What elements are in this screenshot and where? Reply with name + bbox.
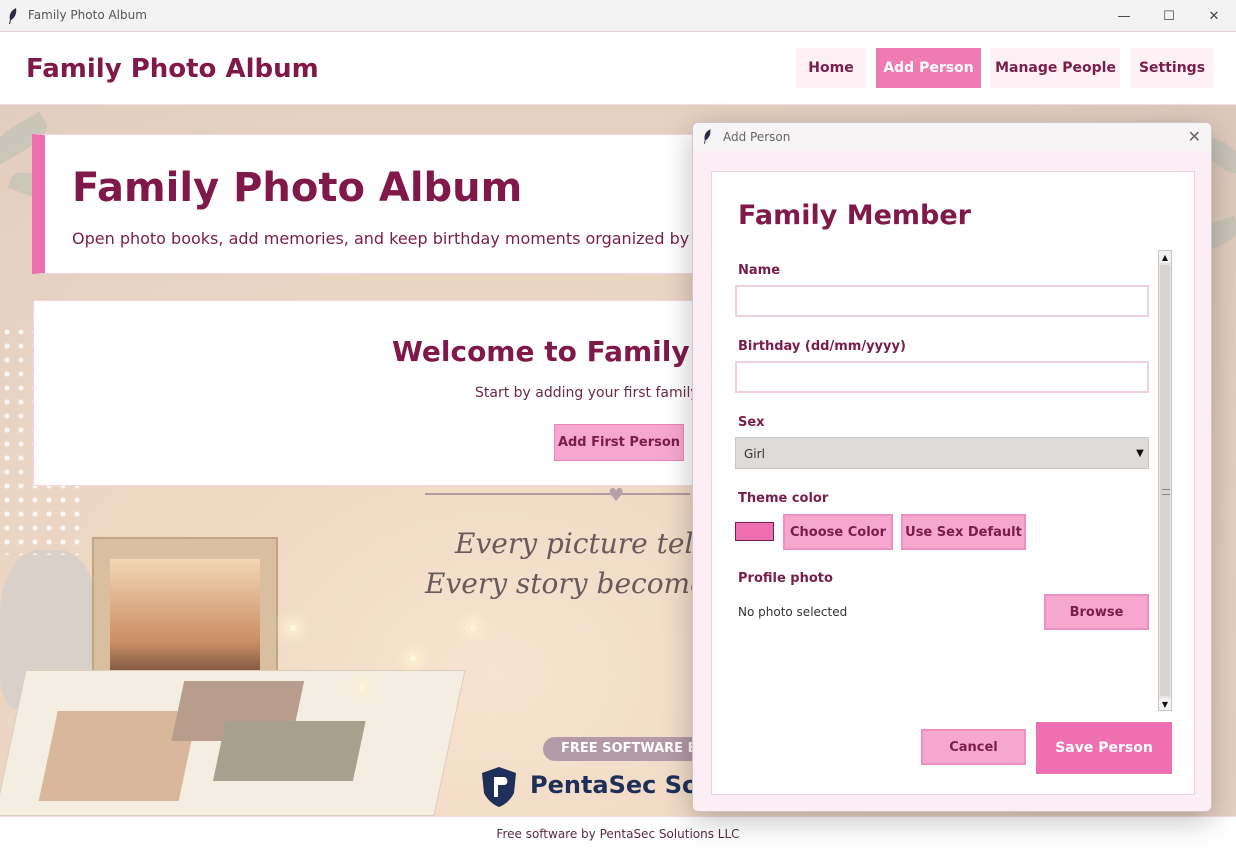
sex-label: Sex xyxy=(738,415,765,430)
maximize-icon[interactable]: ☐ xyxy=(1146,0,1192,32)
form-scrollbar[interactable]: ▲ ▼ xyxy=(1158,250,1172,711)
dialog-form-panel: Family Member Name Birthday (dd/mm/yyyy)… xyxy=(711,171,1195,795)
app-brand: Family Photo Album xyxy=(26,54,319,84)
hero-card: Family Photo Album Open photo books, add… xyxy=(32,134,732,274)
app-header: Family Photo Album Home Add Person Manag… xyxy=(0,32,1236,105)
profile-photo-label: Profile photo xyxy=(738,571,833,586)
theme-color-label: Theme color xyxy=(738,491,829,506)
chevron-down-icon[interactable]: ▼ xyxy=(1132,438,1148,468)
theme-color-swatch xyxy=(735,522,774,541)
shield-logo-icon xyxy=(482,767,516,807)
nav-home-button[interactable]: Home xyxy=(796,48,866,88)
hero-subtitle: Open photo books, add memories, and keep… xyxy=(72,229,724,248)
dialog-close-icon[interactable]: ✕ xyxy=(1188,127,1201,146)
heart-icon: ♥ xyxy=(608,485,625,506)
decorative-divider xyxy=(425,493,690,495)
dialog-title: Add Person xyxy=(723,130,791,144)
sex-select[interactable]: Girl ▼ xyxy=(735,437,1149,469)
photo-status-text: No photo selected xyxy=(738,605,848,619)
nav-manage-people-button[interactable]: Manage People xyxy=(991,48,1120,88)
add-first-person-button[interactable]: Add First Person xyxy=(554,424,684,461)
browse-button[interactable]: Browse xyxy=(1044,594,1149,630)
frame-photo xyxy=(110,559,260,679)
birthday-label: Birthday (dd/mm/yyyy) xyxy=(738,339,906,354)
album-photo xyxy=(212,721,366,781)
name-label: Name xyxy=(738,263,781,278)
name-input[interactable] xyxy=(735,285,1149,317)
birthday-input[interactable] xyxy=(735,361,1149,393)
add-person-dialog: Add Person ✕ Family Member Name Birthday… xyxy=(692,122,1212,812)
nav-add-person-button[interactable]: Add Person xyxy=(876,48,981,88)
welcome-title: Welcome to Family Ph xyxy=(392,335,740,368)
scroll-up-icon[interactable]: ▲ xyxy=(1159,251,1171,263)
footer-text: Free software by PentaSec Solutions LLC xyxy=(496,827,740,841)
free-software-banner: FREE SOFTWARE B xyxy=(543,737,703,761)
scrollbar-thumb[interactable] xyxy=(1160,265,1170,696)
open-album xyxy=(0,670,466,816)
cancel-button[interactable]: Cancel xyxy=(921,729,1026,765)
sex-select-value: Girl xyxy=(744,447,765,461)
scroll-down-icon[interactable]: ▼ xyxy=(1159,698,1171,710)
feather-icon xyxy=(9,8,17,24)
dialog-titlebar: Add Person ✕ xyxy=(693,123,1211,151)
welcome-card: Welcome to Family Ph Start by adding you… xyxy=(33,300,740,486)
window-title: Family Photo Album xyxy=(28,8,147,22)
nav-settings-button[interactable]: Settings xyxy=(1130,48,1214,88)
close-icon[interactable]: ✕ xyxy=(1191,0,1236,32)
light-bokeh xyxy=(360,685,365,690)
use-sex-default-button[interactable]: Use Sex Default xyxy=(901,514,1026,550)
minimize-icon[interactable]: — xyxy=(1101,0,1147,32)
window-titlebar: Family Photo Album — ☐ ✕ xyxy=(0,0,1236,32)
light-bokeh xyxy=(410,655,416,661)
hero-title: Family Photo Album xyxy=(72,165,523,211)
app-footer: Free software by PentaSec Solutions LLC xyxy=(0,816,1236,848)
light-bokeh xyxy=(290,625,296,631)
save-person-button[interactable]: Save Person xyxy=(1036,722,1172,774)
choose-color-button[interactable]: Choose Color xyxy=(783,514,893,550)
form-heading: Family Member xyxy=(738,200,971,231)
light-bokeh xyxy=(470,625,475,630)
welcome-subtitle: Start by adding your first family xyxy=(475,385,699,401)
feather-icon xyxy=(703,129,711,144)
scrollbar-grip xyxy=(1162,489,1170,495)
